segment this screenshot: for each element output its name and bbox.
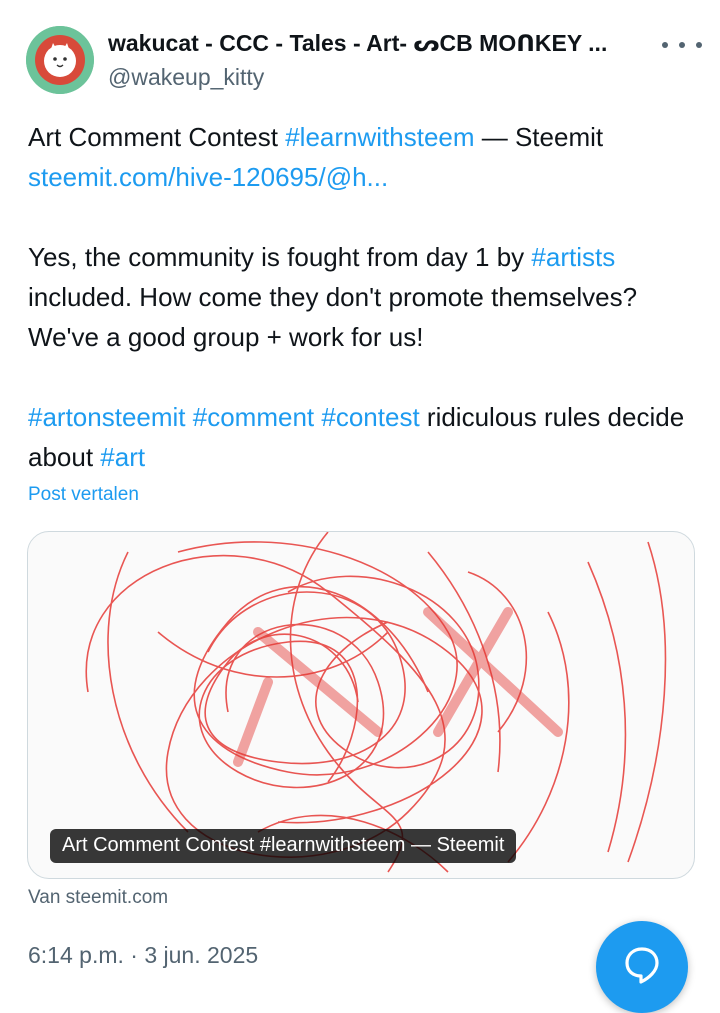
tweet-text: Yes, the community is fought from day 1 …	[28, 242, 532, 272]
hashtag-link[interactable]: #artists	[531, 242, 615, 272]
post-timestamp[interactable]: 6:14 p.m. · 3 jun. 2025	[28, 942, 258, 969]
hashtag-link[interactable]: #learnwithsteem	[285, 122, 474, 152]
hashtag-link[interactable]: #comment	[193, 402, 314, 432]
url-link[interactable]: steemit.com/hive-120695/@h...	[28, 162, 388, 192]
tweet-text: included. How come they don't promote th…	[28, 282, 638, 352]
tweet-text: — Steemit	[474, 122, 604, 152]
tweet-text: Art Comment Contest	[28, 122, 286, 152]
author-avatar[interactable]	[26, 26, 94, 94]
tweet-body: Art Comment Contest #learnwithsteem — St…	[28, 117, 698, 477]
reply-button[interactable]	[596, 921, 688, 1013]
card-source[interactable]: Van steemit.com	[28, 887, 168, 909]
author-display-name[interactable]: wakucat - CCC - Tales - Art- ᔕCB MOᑎKEY …	[108, 30, 648, 57]
link-preview-card[interactable]: Art Comment Contest #learnwithsteem — St…	[27, 531, 695, 879]
translate-post-link[interactable]: Post vertalen	[28, 484, 139, 506]
cat-badge-icon	[26, 26, 94, 94]
author-handle[interactable]: @wakeup_kitty	[108, 64, 264, 91]
hashtag-link[interactable]: #art	[100, 442, 145, 472]
card-title-overlay: Art Comment Contest #learnwithsteem — St…	[50, 829, 517, 863]
reply-bubble-icon	[625, 947, 659, 984]
hashtag-link[interactable]: #artonsteemit	[28, 402, 186, 432]
hashtag-link[interactable]: #contest	[321, 402, 419, 432]
more-options-icon[interactable]	[662, 30, 702, 60]
scribble-art-image	[85, 532, 667, 873]
